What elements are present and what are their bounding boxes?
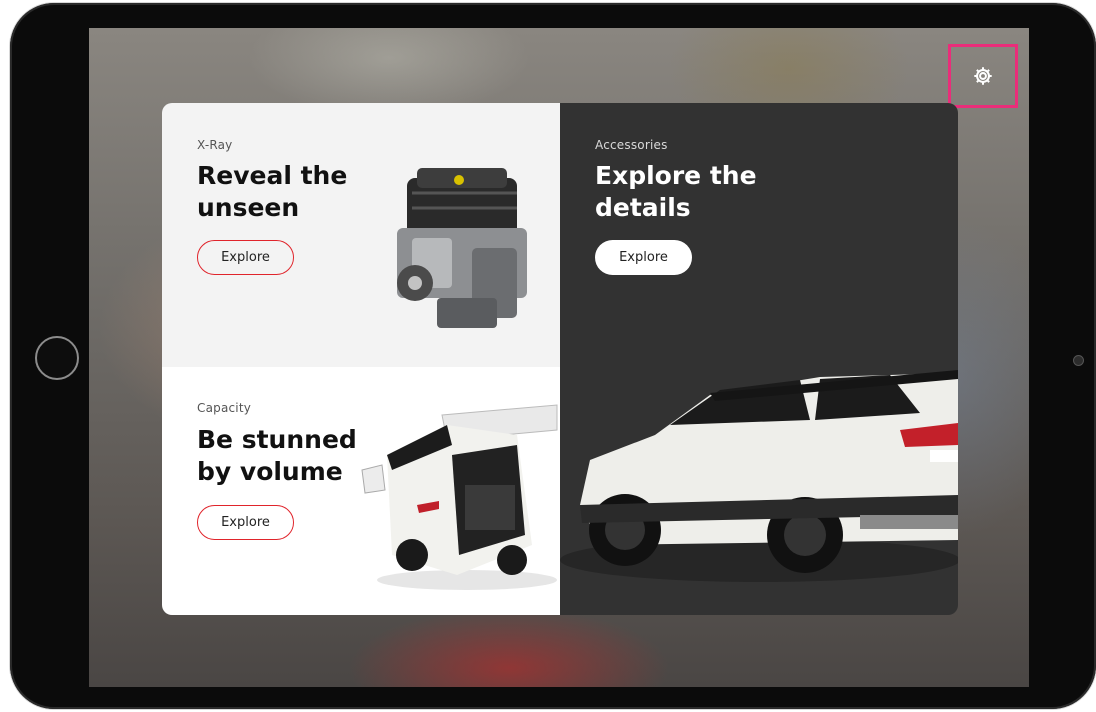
card-label: Capacity	[197, 401, 252, 415]
accessories-card[interactable]: Accessories Explore the details Explore	[560, 103, 958, 615]
card-title: Explore the details	[595, 161, 757, 222]
gear-icon	[974, 67, 992, 85]
card-label: X-Ray	[197, 138, 233, 152]
card-title: Be stunned by volume	[197, 425, 357, 486]
feature-menu: X-Ray Reveal the unseen Explore Capacity…	[162, 103, 958, 615]
app-screen: X-Ray Reveal the unseen Explore Capacity…	[89, 28, 1029, 687]
card-title: Reveal the unseen	[197, 161, 348, 222]
card-label: Accessories	[595, 138, 668, 152]
camera-lens	[1073, 355, 1084, 366]
home-button[interactable]	[35, 336, 79, 380]
capacity-card[interactable]: Capacity Be stunned by volume Explore	[162, 367, 560, 615]
engine-image	[397, 168, 527, 328]
settings-button[interactable]	[948, 44, 1018, 108]
capacity-explore-button[interactable]: Explore	[197, 505, 294, 540]
suv-side-image	[560, 370, 958, 582]
xray-card[interactable]: X-Ray Reveal the unseen Explore	[162, 103, 560, 367]
accessories-explore-button[interactable]: Explore	[595, 240, 692, 275]
suv-trunk-image	[361, 404, 558, 590]
xray-explore-button[interactable]: Explore	[197, 240, 294, 275]
